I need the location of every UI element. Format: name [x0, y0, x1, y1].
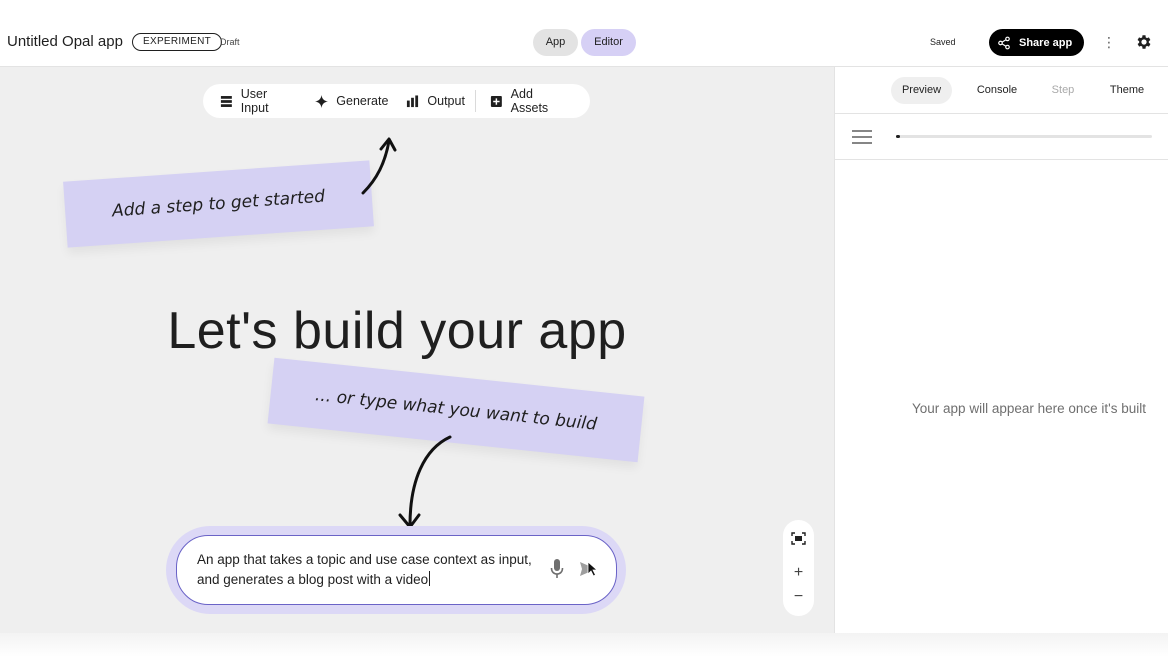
add-assets-button[interactable]: Add Assets [490, 87, 572, 115]
add-assets-label: Add Assets [510, 87, 549, 115]
share-app-button[interactable]: Share app [989, 29, 1084, 56]
share-icon [998, 36, 1010, 49]
mouse-pointer-icon [587, 561, 599, 577]
zoom-in-button[interactable]: + [783, 564, 814, 582]
app-mode-tab[interactable]: App [533, 29, 578, 56]
top-header: Untitled Opal app EXPERIMENT Draft App E… [0, 0, 1168, 67]
output-button[interactable]: Output [406, 94, 465, 108]
menu-icon[interactable] [852, 130, 872, 144]
user-input-icon [220, 95, 232, 107]
generate-label: Generate [336, 94, 389, 108]
arrow-down-to-prompt [398, 435, 452, 529]
tab-theme[interactable]: Theme [1101, 77, 1153, 104]
gear-icon[interactable] [1135, 33, 1153, 51]
prompt-value: An app that takes a topic and use case c… [197, 552, 532, 587]
preview-placeholder: Your app will appear here once it's buil… [912, 401, 1146, 416]
editor-canvas[interactable]: User Input Generate Output Add Assets Ad… [0, 67, 834, 633]
mic-icon[interactable] [549, 558, 565, 580]
preview-panel: Preview Console Step Theme Your app will… [834, 67, 1168, 633]
user-input-button[interactable]: User Input [220, 87, 297, 115]
user-input-label: User Input [240, 87, 269, 115]
preview-progress-fill [896, 135, 900, 138]
step-toolbar: User Input Generate Output Add Assets [203, 84, 590, 118]
output-label: Output [427, 94, 465, 108]
prompt-input[interactable]: An app that takes a topic and use case c… [176, 535, 617, 605]
fit-screen-icon[interactable] [791, 532, 806, 545]
sticky-note-type-text: ... or type what you want to build [314, 385, 598, 435]
add-box-icon [490, 95, 502, 107]
more-vert-icon[interactable]: ⋮ [1101, 31, 1117, 53]
experiment-badge: EXPERIMENT [132, 33, 223, 51]
generate-button[interactable]: Generate [315, 94, 388, 108]
opal-editor-app: Untitled Opal app EXPERIMENT Draft App E… [0, 0, 1168, 657]
sticky-note-add-step-text: Add a step to get started [111, 186, 326, 222]
toolbar-divider [474, 90, 476, 112]
arrow-up-to-toolbar [361, 137, 397, 195]
tab-console[interactable]: Console [969, 77, 1025, 104]
preview-progress-bar [896, 135, 1152, 138]
save-status: Saved [930, 37, 956, 47]
prompt-text[interactable]: An app that takes a topic and use case c… [197, 550, 537, 590]
bar-chart-icon [407, 94, 419, 107]
sticky-note-add-step: Add a step to get started [63, 160, 374, 248]
zoom-controls: + − [783, 520, 814, 616]
app-title[interactable]: Untitled Opal app [7, 33, 123, 50]
tab-preview[interactable]: Preview [891, 77, 952, 104]
tab-step[interactable]: Step [1045, 77, 1081, 104]
sparkle-icon [315, 94, 329, 108]
text-caret [429, 571, 431, 586]
prompt-container: An app that takes a topic and use case c… [166, 526, 626, 614]
panel-tabs: Preview Console Step Theme [835, 67, 1168, 114]
page-heading: Let's build your app [167, 302, 627, 360]
share-app-label: Share app [1019, 36, 1073, 49]
editor-mode-tab[interactable]: Editor [581, 29, 636, 56]
zoom-out-button[interactable]: − [783, 588, 814, 606]
sticky-note-type: ... or type what you want to build [267, 357, 645, 463]
preview-progress-row [835, 114, 1168, 160]
draft-status: Draft [220, 37, 240, 47]
bottom-edge [0, 633, 1168, 657]
